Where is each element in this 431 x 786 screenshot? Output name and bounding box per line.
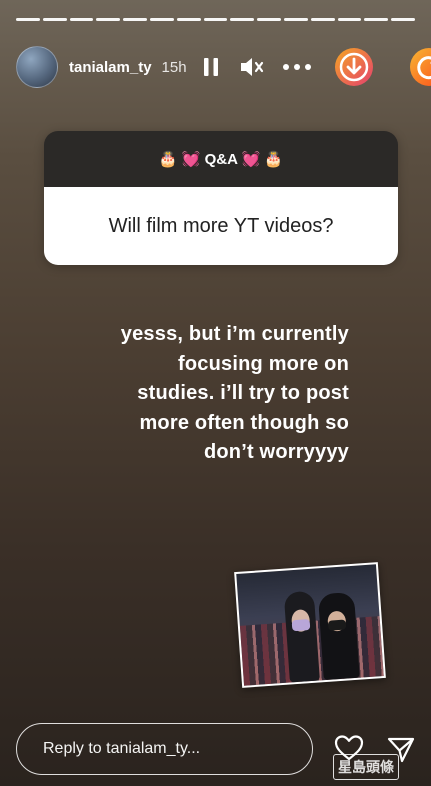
progress-segment	[364, 18, 389, 21]
mask-right	[327, 619, 347, 631]
progress-segment	[96, 18, 121, 21]
progress-segment	[337, 18, 362, 21]
pause-icon[interactable]	[201, 56, 221, 78]
progress-segment	[123, 18, 147, 21]
progress-segment	[176, 18, 201, 21]
photo-sticker	[234, 562, 386, 688]
username[interactable]: tanialam_ty	[69, 59, 152, 76]
progress-segment	[257, 18, 281, 21]
more-icon[interactable]	[281, 57, 313, 77]
person-left	[283, 590, 320, 683]
story-progress-bar	[16, 18, 415, 21]
qa-sticker[interactable]: 🎂 💓 Q&A 💓 🎂 Will film more YT videos?	[44, 131, 398, 265]
progress-segment	[16, 18, 40, 21]
person-right	[317, 591, 360, 681]
reload-icon[interactable]	[410, 48, 431, 86]
progress-segment	[230, 18, 255, 21]
post-time: 15h	[161, 58, 187, 76]
reply-input[interactable]	[43, 740, 283, 758]
story-header: tanialam_ty 15h	[16, 44, 431, 90]
progress-segment	[203, 18, 228, 21]
answer-text: yesss, but i’m currently focusing more o…	[120, 323, 349, 463]
mute-icon[interactable]	[239, 55, 265, 79]
progress-segment	[149, 18, 174, 21]
progress-segment	[310, 18, 335, 21]
mask-left	[291, 619, 311, 632]
reply-field[interactable]	[16, 723, 313, 775]
progress-segment	[283, 18, 308, 21]
progress-segment	[391, 18, 415, 21]
progress-segment	[42, 18, 67, 21]
qa-question: Will film more YT videos?	[44, 187, 398, 265]
watermark-logo: 星島頭條	[333, 754, 399, 780]
save-icon[interactable]	[335, 48, 373, 86]
avatar[interactable]	[16, 46, 58, 88]
qa-title: 🎂 💓 Q&A 💓 🎂	[44, 131, 398, 187]
progress-segment	[69, 18, 94, 21]
